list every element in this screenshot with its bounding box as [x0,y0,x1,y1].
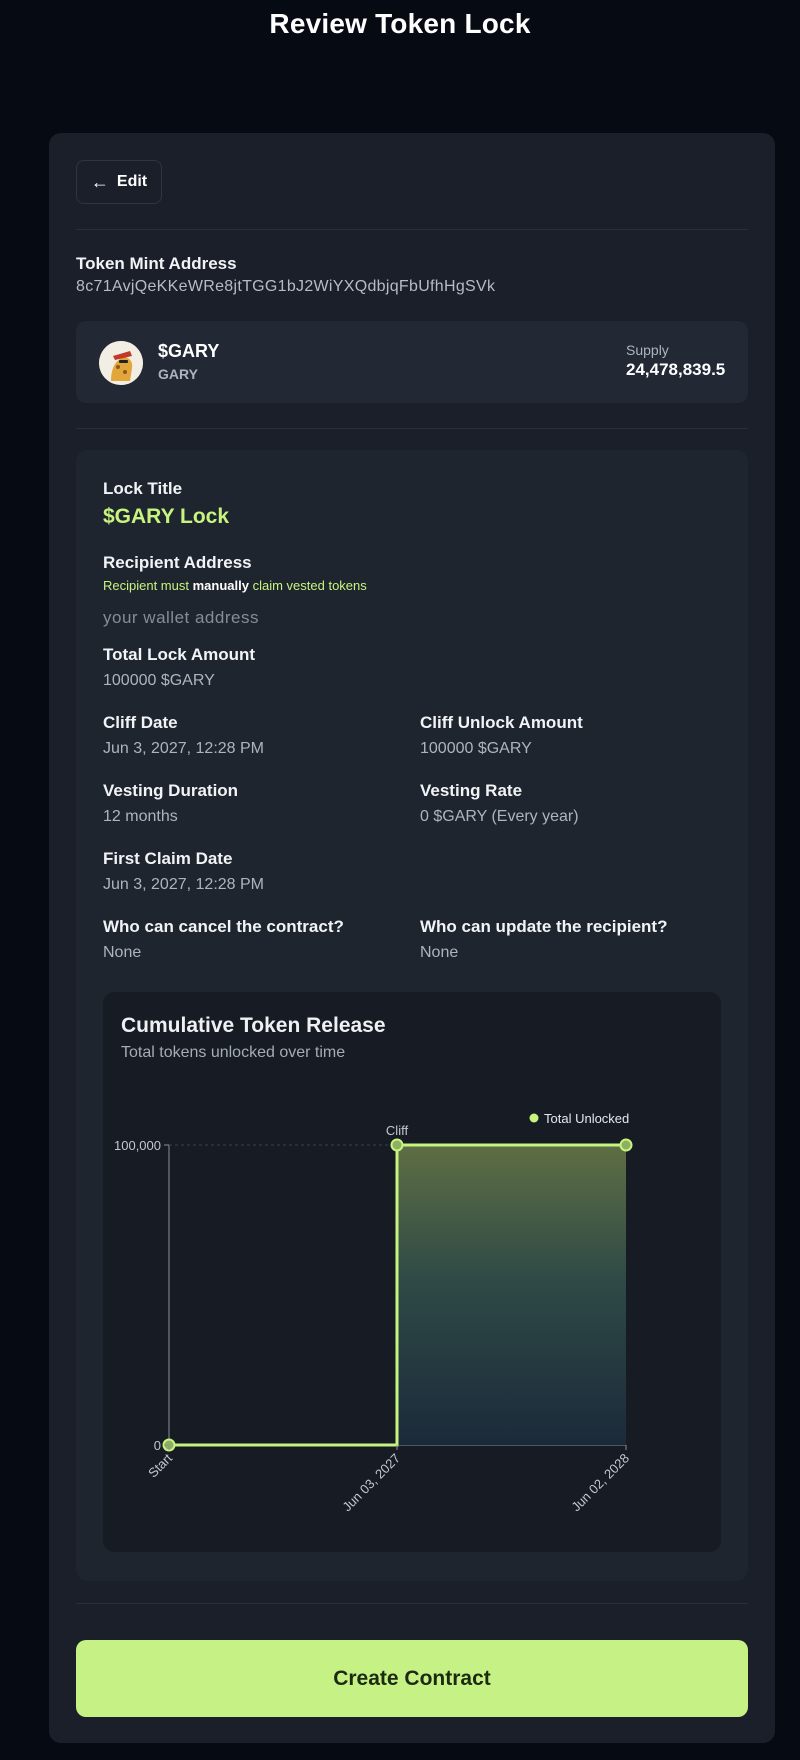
supply-value: 24,478,839.5 [626,360,726,379]
legend-marker [529,1113,539,1123]
create-contract-button[interactable]: Create Contract [76,1640,748,1717]
total-lock-amount-value: 100000 $GARY [103,672,215,689]
data-point [390,1138,404,1152]
token-name: GARY [158,366,198,382]
vesting-duration-label: Vesting Duration [103,781,239,800]
data-point [619,1138,633,1152]
token-info-box: $GARY GARY Supply 24,478,839.5 [76,321,748,403]
mint-address-label: Token Mint Address [76,254,237,273]
cancel-permission-label: Who can cancel the contract? [103,917,344,936]
cliff-date-value: Jun 3, 2027, 12:28 PM [103,740,264,757]
token-symbol: $GARY [158,341,220,361]
cliff-annotation: Cliff [386,1123,409,1138]
arrow-left-icon: ← [90,172,109,192]
cliff-unlock-amount-value: 100000 $GARY [420,740,532,757]
cliff-unlock-amount-label: Cliff Unlock Amount [420,713,583,732]
edit-button[interactable]: ← Edit [76,160,162,204]
recipient-note: Recipient must manually claim vested tok… [103,578,367,593]
supply-label: Supply [626,342,669,358]
cliff-date-label: Cliff Date [103,713,178,732]
cancel-permission-value: None [103,944,142,961]
vesting-rate-value: 0 $GARY (Every year) [420,808,579,825]
vesting-duration-value: 12 months [103,808,178,825]
review-card: ← Edit Token Mint Address 8c71AvjQeKKeWR… [49,133,775,1743]
token-avatar [99,341,143,385]
recipient-note-bold: manually [192,578,249,593]
first-claim-date-label: First Claim Date [103,849,233,868]
y-tick-label: 100,000 [114,1138,161,1153]
page-title: Review Token Lock [269,8,531,39]
edit-label: Edit [116,173,148,190]
update-recipient-label: Who can update the recipient? [420,917,668,936]
divider [76,428,748,429]
y-tick-label: 0 [154,1438,161,1453]
lock-title-label: Lock Title [103,479,183,498]
vesting-rate-label: Vesting Rate [420,781,523,800]
mint-address-value: 8c71AvjQeKKeWRe8jtTGG1bJ2WiYXQdbjqFbUfhH… [76,278,496,295]
lock-title-value: $GARY Lock [103,505,230,528]
release-chart: 0 100,000 Start Jun 03, 2027 Jun 02, 2028 Cli… [114,1111,633,1515]
release-chart-card: Cumulative Token Release Total tokens un… [103,992,721,1552]
recipient-note-post: claim vested tokens [252,578,367,593]
token-logo-icon [99,341,143,385]
update-recipient-value: None [420,944,459,961]
recipient-note-pre: Recipient must [103,578,189,593]
legend-label: Total Unlocked [544,1111,629,1126]
recipient-address-placeholder: your wallet address [103,608,259,627]
x-tick-label: Start [145,1450,175,1480]
recipient-address-label: Recipient Address [103,553,252,572]
total-lock-amount-label: Total Lock Amount [103,645,256,664]
first-claim-date-value: Jun 3, 2027, 12:28 PM [103,876,264,893]
divider [76,1603,748,1604]
x-tick-label: Jun 03, 2027 [339,1451,403,1515]
lock-details-panel: Lock Title $GARY Lock Recipient Address … [76,450,748,1581]
x-tick-label: Jun 02, 2028 [568,1451,632,1515]
divider [76,229,748,230]
